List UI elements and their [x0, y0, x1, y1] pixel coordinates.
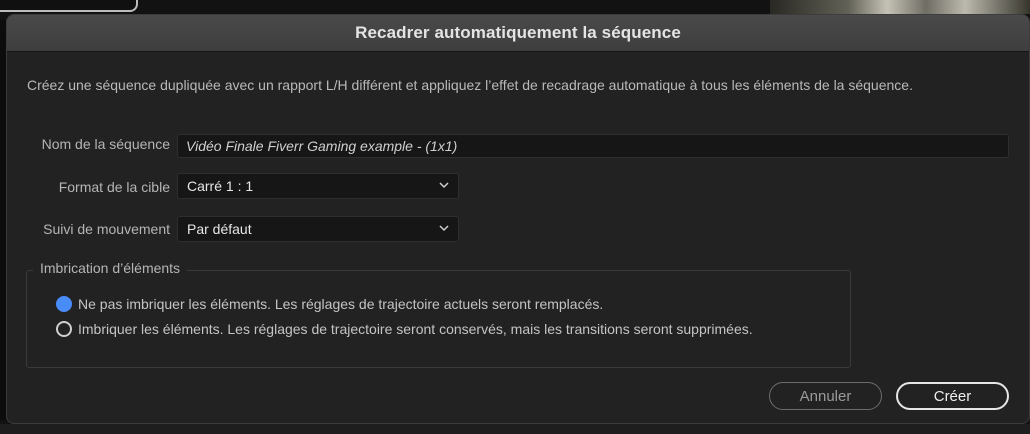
- sequence-name-label: Nom de la séquence: [41, 136, 170, 152]
- nesting-legend: Imbrication d’éléments: [33, 260, 188, 276]
- background-timeline: [0, 424, 1030, 434]
- background-panel: [0, 0, 138, 12]
- sequence-name-input[interactable]: Vidéo Finale Fiverr Gaming example - (1x…: [177, 134, 1009, 158]
- radio-option-nest[interactable]: Imbriquer les éléments. Les réglages de …: [56, 321, 753, 337]
- motion-tracking-label: Suivi de mouvement: [43, 221, 170, 237]
- cancel-button[interactable]: Annuler: [769, 382, 882, 410]
- create-button[interactable]: Créer: [896, 382, 1009, 410]
- dialog-title: Recadrer automatiquement la séquence: [355, 23, 681, 42]
- radio-unselected-icon[interactable]: [56, 321, 72, 337]
- target-format-select[interactable]: Carré 1 : 1: [177, 173, 459, 199]
- motion-tracking-select[interactable]: Par défaut: [177, 216, 459, 242]
- radio-option-label: Ne pas imbriquer les éléments. Les régla…: [78, 296, 604, 312]
- target-format-value: Carré 1 : 1: [187, 178, 254, 194]
- background-video-preview: [770, 0, 1030, 14]
- target-format-label: Format de la cible: [58, 179, 170, 195]
- dialog-title-bar[interactable]: Recadrer automatiquement la séquence: [7, 15, 1029, 52]
- auto-reframe-dialog: Recadrer automatiquement la séquence Cré…: [6, 14, 1030, 424]
- dialog-description: Créez une séquence dupliquée avec un rap…: [27, 77, 913, 93]
- radio-option-label: Imbriquer les éléments. Les réglages de …: [78, 321, 753, 337]
- chevron-down-icon: [439, 182, 449, 189]
- radio-option-no-nest[interactable]: Ne pas imbriquer les éléments. Les régla…: [56, 296, 603, 312]
- chevron-down-icon: [439, 225, 449, 232]
- radio-selected-icon[interactable]: [56, 296, 72, 312]
- nesting-group: [26, 270, 851, 368]
- motion-tracking-value: Par défaut: [187, 221, 252, 237]
